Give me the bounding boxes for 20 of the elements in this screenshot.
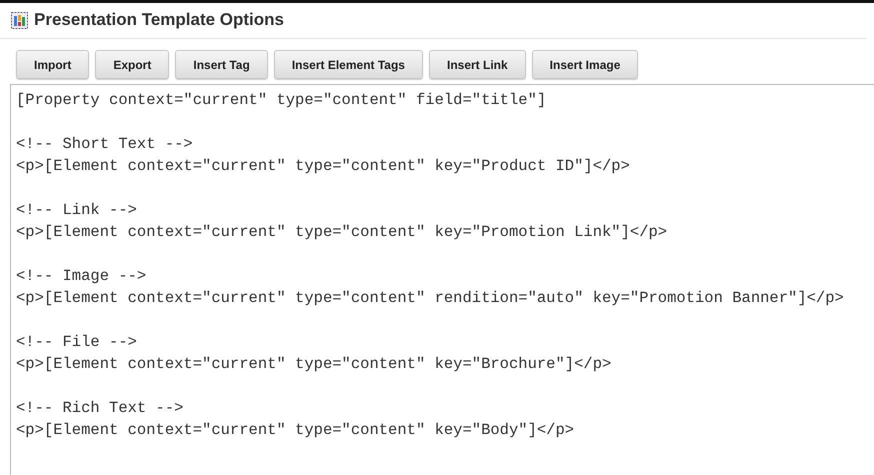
code-comment: <!-- Image --> xyxy=(16,266,146,287)
code-line: <p>[Element context="current" type="content" rendition="auto" key="Promotion Banner"]</p> xyxy=(16,288,844,309)
window-title: Presentation Template Options xyxy=(34,10,284,30)
code-line: <p>[Element context="current" type="content" key="Promotion Link"]</p> xyxy=(16,222,668,243)
code-line: <p>[Element context="current" type="content" key="Product ID"]</p> xyxy=(16,156,630,177)
template-icon xyxy=(11,12,28,28)
toolbar-button[interactable]: Insert Image xyxy=(532,50,638,79)
code-comment: <!-- Short Text --> xyxy=(16,134,193,155)
toolbar-button[interactable]: Import xyxy=(16,50,90,79)
code-line: <p>[Element context="current" type="content" key="Brochure"]</p> xyxy=(16,354,612,375)
code-comment: <!-- Rich Text --> xyxy=(16,398,184,419)
toolbar-button[interactable]: Export xyxy=(95,50,170,79)
code-comment: <!-- Link --> xyxy=(16,200,137,221)
code-comment: <!-- File --> xyxy=(16,332,137,353)
toolbar-button[interactable]: Insert Link xyxy=(428,50,526,79)
code-editor[interactable] xyxy=(10,84,874,475)
toolbar-button[interactable]: Insert Tag xyxy=(175,50,268,79)
code-line: [Property context="current" type="content" field="title"] xyxy=(16,90,546,111)
code-line: <p>[Element context="current" type="content" key="Body"]</p> xyxy=(16,420,574,441)
toolbar-button[interactable]: Insert Element Tags xyxy=(274,50,423,79)
